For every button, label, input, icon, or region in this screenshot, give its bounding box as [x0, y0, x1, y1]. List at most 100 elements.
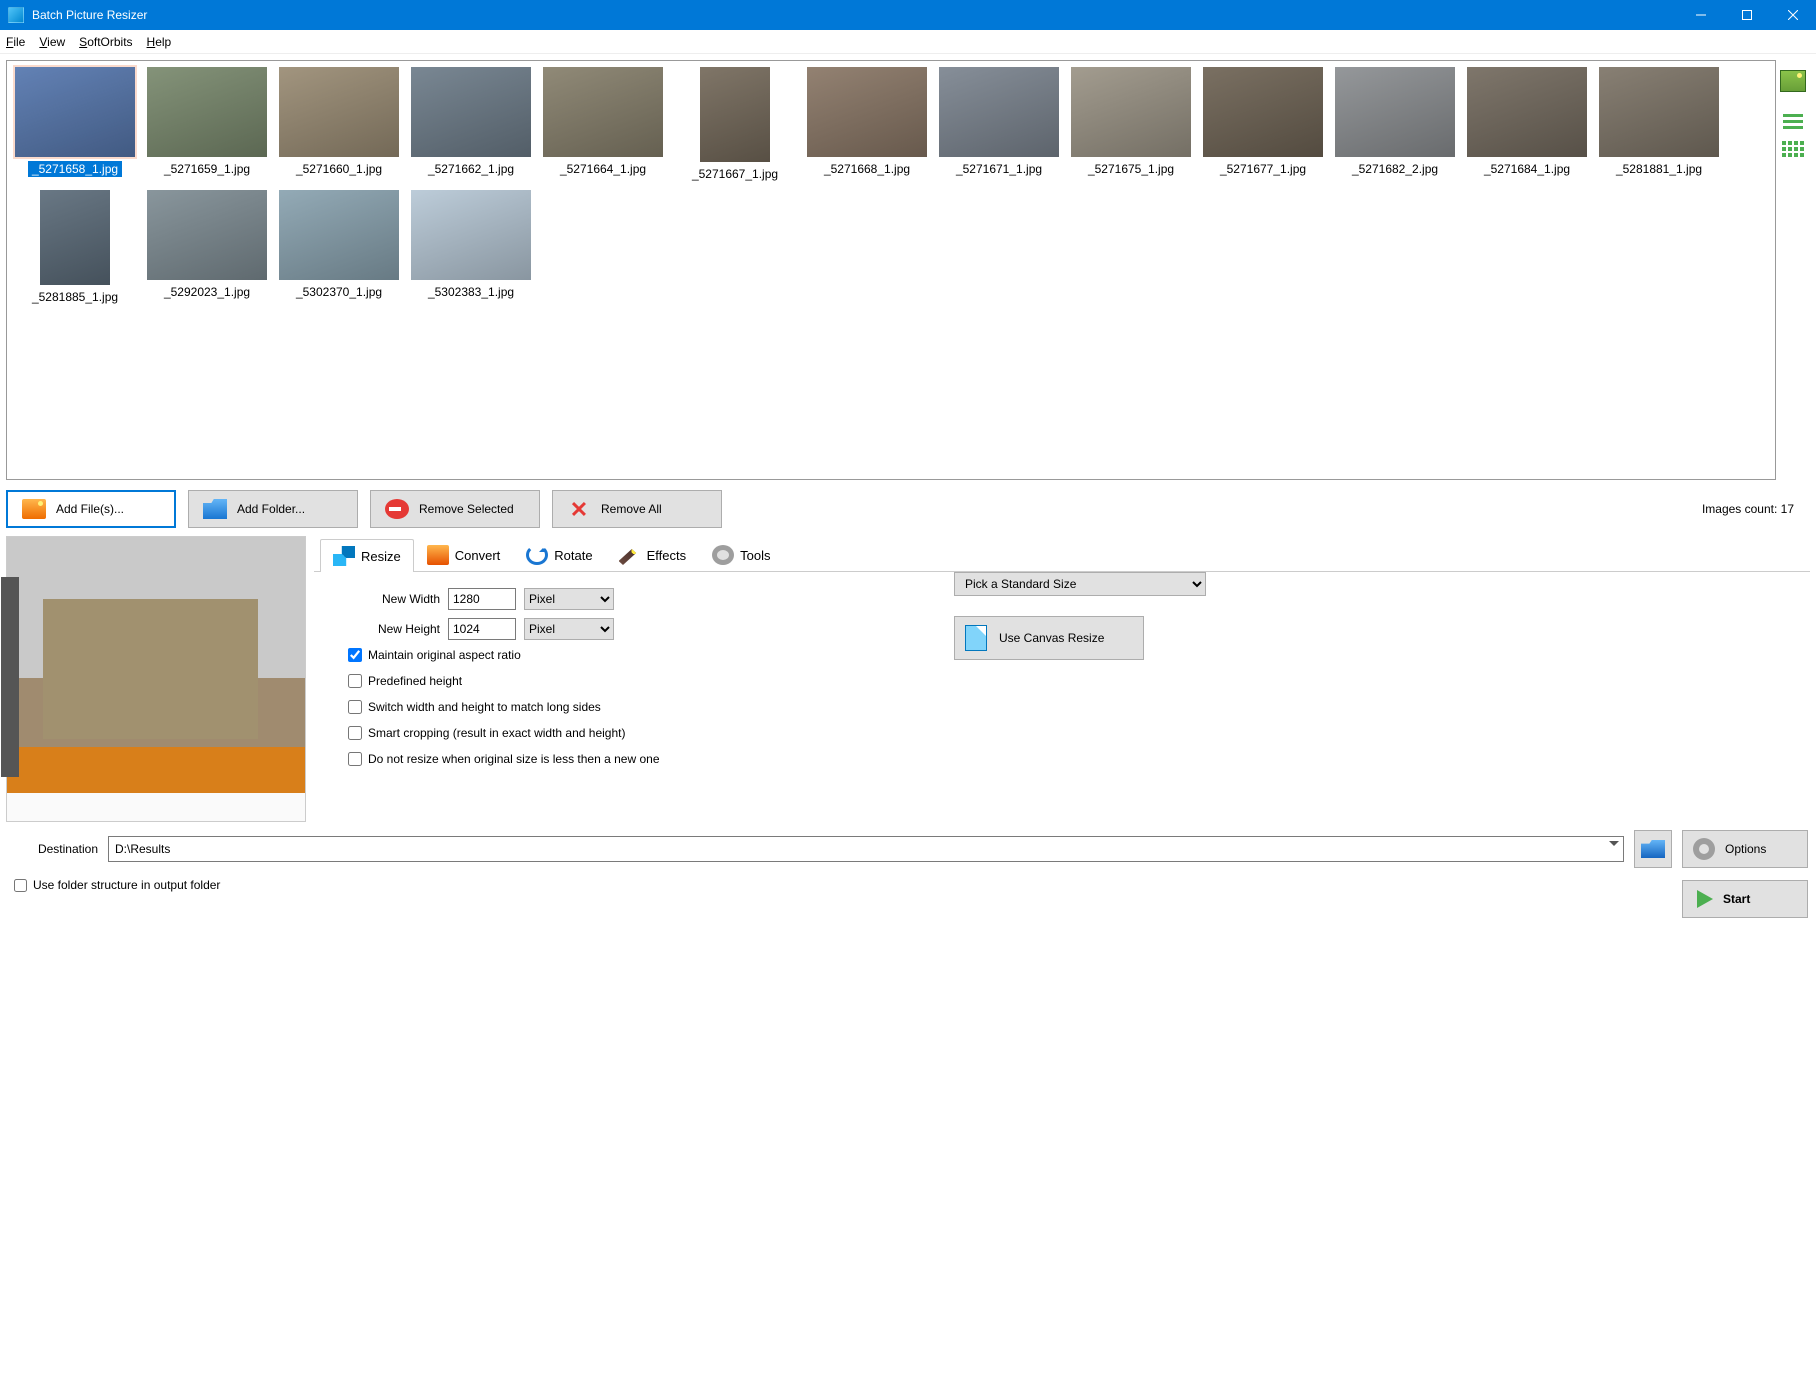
rotate-icon [526, 545, 548, 565]
thumbnail-item[interactable]: _5281885_1.jpg [11, 188, 139, 307]
effects-icon [619, 545, 641, 565]
menu-help[interactable]: Help [147, 35, 172, 49]
destination-label: Destination [8, 842, 98, 856]
remove-icon [385, 499, 409, 519]
canvas-resize-button[interactable]: Use Canvas Resize [954, 616, 1144, 660]
thumbnail-item[interactable]: _5292023_1.jpg [143, 188, 271, 307]
convert-icon [427, 545, 449, 565]
options-button[interactable]: Options [1682, 830, 1808, 868]
thumbnail-item[interactable]: _5271677_1.jpg [1199, 65, 1327, 184]
thumbnail-item[interactable]: _5271668_1.jpg [803, 65, 931, 184]
smart-cropping-check[interactable]: Smart cropping (result in exact width an… [348, 726, 1806, 740]
images-count: Images count: 17 [1702, 502, 1810, 516]
resize-icon [333, 546, 355, 566]
folder-open-icon [1641, 840, 1665, 858]
thumbnail-image [1335, 67, 1455, 157]
remove-all-button[interactable]: ✕ Remove All [552, 490, 722, 528]
remove-selected-label: Remove Selected [419, 502, 514, 516]
thumbnail-label: _5271659_1.jpg [160, 161, 254, 177]
thumbnail-label: _5271658_1.jpg [28, 161, 122, 177]
thumbnail-image [411, 67, 531, 157]
thumbnail-image [1599, 67, 1719, 157]
tab-tools[interactable]: Tools [699, 538, 783, 571]
chevron-down-icon [1609, 841, 1619, 851]
browse-folder-button[interactable] [1634, 830, 1672, 868]
thumbnail-image [147, 67, 267, 157]
folder-structure-check[interactable]: Use folder structure in output folder [14, 878, 1672, 892]
new-width-input[interactable] [448, 588, 516, 610]
thumbnail-item[interactable]: _5302370_1.jpg [275, 188, 403, 307]
thumbnail-label: _5292023_1.jpg [160, 284, 254, 300]
menu-view[interactable]: View [39, 35, 65, 49]
height-unit-select[interactable]: Pixel [524, 618, 614, 640]
add-files-button[interactable]: Add File(s)... [6, 490, 176, 528]
thumbnail-label: _5271671_1.jpg [952, 161, 1046, 177]
thumbnail-image [1203, 67, 1323, 157]
thumbnail-item[interactable]: _5271658_1.jpg [11, 65, 139, 184]
view-list-icon[interactable] [1780, 104, 1806, 126]
thumbnail-image [147, 190, 267, 280]
folder-icon [203, 499, 227, 519]
tab-effects[interactable]: Effects [606, 538, 700, 571]
window-title: Batch Picture Resizer [32, 8, 1678, 22]
thumbnail-item[interactable]: _5271675_1.jpg [1067, 65, 1195, 184]
thumbnail-item[interactable]: _5271684_1.jpg [1463, 65, 1591, 184]
destination-input[interactable]: D:\Results [108, 836, 1624, 862]
thumbnail-label: _5281885_1.jpg [28, 289, 122, 305]
thumbnail-item[interactable]: _5271667_1.jpg [671, 65, 799, 184]
preview-image [7, 537, 305, 793]
maximize-button[interactable] [1724, 0, 1770, 30]
new-width-label: New Width [344, 592, 440, 606]
app-icon [8, 7, 24, 23]
view-thumbnails-icon[interactable] [1780, 70, 1806, 92]
thumbnail-item[interactable]: _5271662_1.jpg [407, 65, 535, 184]
thumbnail-item[interactable]: _5271682_2.jpg [1331, 65, 1459, 184]
thumbnail-item[interactable]: _5302383_1.jpg [407, 188, 535, 307]
picture-icon [22, 499, 46, 519]
thumbnail-label: _5271677_1.jpg [1216, 161, 1310, 177]
thumbnail-image [700, 67, 770, 162]
start-button[interactable]: Start [1682, 880, 1808, 918]
view-grid-icon[interactable] [1780, 138, 1806, 160]
tab-bar: Resize Convert Rotate Effects Tools [314, 536, 1810, 572]
close-icon: ✕ [567, 499, 591, 519]
thumbnail-label: _5271684_1.jpg [1480, 161, 1574, 177]
thumbnail-image [279, 67, 399, 157]
thumbnail-label: _5271660_1.jpg [292, 161, 386, 177]
remove-all-label: Remove All [601, 502, 662, 516]
tab-convert[interactable]: Convert [414, 538, 514, 571]
thumbnail-item[interactable]: _5271659_1.jpg [143, 65, 271, 184]
tab-rotate[interactable]: Rotate [513, 538, 605, 571]
titlebar: Batch Picture Resizer [0, 0, 1816, 30]
thumbnail-item[interactable]: _5271671_1.jpg [935, 65, 1063, 184]
new-height-label: New Height [344, 622, 440, 636]
thumbnail-grid[interactable]: _5271658_1.jpg _5271659_1.jpg _5271660_1.j… [6, 60, 1776, 480]
thumbnail-image [40, 190, 110, 285]
thumbnail-image [939, 67, 1059, 157]
menu-file[interactable]: File [6, 35, 25, 49]
thumbnail-image [411, 190, 531, 280]
menu-softorbits[interactable]: SoftOrbits [79, 35, 132, 49]
tab-resize[interactable]: Resize [320, 539, 414, 572]
no-upscale-check[interactable]: Do not resize when original size is less… [348, 752, 1806, 766]
thumbnail-item[interactable]: _5271660_1.jpg [275, 65, 403, 184]
add-folder-button[interactable]: Add Folder... [188, 490, 358, 528]
new-height-input[interactable] [448, 618, 516, 640]
thumbnail-image [15, 67, 135, 157]
switch-sides-check[interactable]: Switch width and height to match long si… [348, 700, 1806, 714]
close-button[interactable] [1770, 0, 1816, 30]
minimize-button[interactable] [1678, 0, 1724, 30]
thumbnail-label: _5271667_1.jpg [688, 166, 782, 182]
thumbnail-label: _5271675_1.jpg [1084, 161, 1178, 177]
thumbnail-label: _5302370_1.jpg [292, 284, 386, 300]
thumbnail-item[interactable]: _5271664_1.jpg [539, 65, 667, 184]
width-unit-select[interactable]: Pixel [524, 588, 614, 610]
thumbnail-item[interactable]: _5281881_1.jpg [1595, 65, 1723, 184]
thumbnail-label: _5271668_1.jpg [820, 161, 914, 177]
remove-selected-button[interactable]: Remove Selected [370, 490, 540, 528]
predefined-height-check[interactable]: Predefined height [348, 674, 1806, 688]
standard-size-select[interactable]: Pick a Standard Size [954, 572, 1206, 596]
thumbnail-label: _5281881_1.jpg [1612, 161, 1706, 177]
thumbnail-image [1467, 67, 1587, 157]
thumbnail-image [1071, 67, 1191, 157]
